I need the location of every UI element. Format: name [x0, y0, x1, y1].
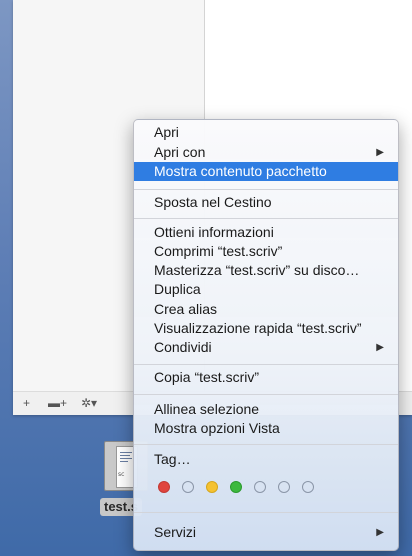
- menu-item-allinea-selezione[interactable]: Allinea selezione: [134, 400, 398, 419]
- context-menu: Apri Apri con ▶ Mostra contenuto pacchett…: [133, 119, 399, 551]
- tag-green-icon[interactable]: [230, 481, 242, 493]
- menu-item-tag[interactable]: Tag…: [134, 450, 398, 469]
- submenu-arrow-icon: ▶: [376, 147, 384, 158]
- menu-separator: [134, 364, 398, 365]
- new-folder-button[interactable]: ▬+: [48, 395, 67, 411]
- tag-yellow-icon[interactable]: [206, 481, 218, 493]
- tag-red-icon[interactable]: [158, 481, 170, 493]
- menu-item-label: Ottieni informazioni: [154, 224, 274, 240]
- menu-item-label: Crea alias: [154, 301, 218, 317]
- menu-item-condividi[interactable]: Condividi ▶: [134, 338, 398, 357]
- file-icon-badge: sc: [118, 471, 125, 478]
- menu-separator: [134, 218, 398, 219]
- menu-item-label: Servizi: [154, 524, 197, 540]
- submenu-arrow-icon: ▶: [376, 342, 384, 353]
- menu-item-label: Apri con: [154, 144, 206, 160]
- menu-item-label: Masterizza “test.scriv” su disco…: [154, 262, 360, 278]
- menu-separator: [134, 444, 398, 445]
- menu-item-servizi[interactable]: Servizi ▶: [134, 523, 398, 542]
- add-button[interactable]: +: [23, 395, 30, 411]
- menu-item-apri-con[interactable]: Apri con ▶: [134, 143, 398, 162]
- menu-item-label: Copia “test.scriv”: [154, 369, 260, 385]
- menu-item-label: Allinea selezione: [154, 401, 260, 417]
- menu-item-mostra-opzioni-vista[interactable]: Mostra opzioni Vista: [134, 419, 398, 438]
- menu-separator: [134, 394, 398, 395]
- menu-separator: [134, 512, 398, 513]
- menu-item-label: Mostra opzioni Vista: [154, 420, 280, 436]
- menu-item-copia[interactable]: Copia “test.scriv”: [134, 368, 398, 387]
- tag-empty-icon[interactable]: [302, 481, 314, 493]
- tag-empty-icon[interactable]: [278, 481, 290, 493]
- menu-item-comprimi[interactable]: Comprimi “test.scriv”: [134, 242, 398, 261]
- menu-item-label: Comprimi “test.scriv”: [154, 243, 283, 259]
- menu-item-masterizza[interactable]: Masterizza “test.scriv” su disco…: [134, 261, 398, 280]
- menu-separator: [134, 189, 398, 190]
- menu-item-crea-alias[interactable]: Crea alias: [134, 300, 398, 319]
- menu-item-label: Sposta nel Cestino: [154, 194, 272, 210]
- menu-item-visualizzazione-rapida[interactable]: Visualizzazione rapida “test.scriv”: [134, 319, 398, 338]
- tag-empty-icon[interactable]: [254, 481, 266, 493]
- action-gear-button[interactable]: ✲▾: [81, 395, 97, 411]
- menu-item-label: Condividi: [154, 339, 212, 355]
- submenu-arrow-icon: ▶: [376, 527, 384, 538]
- menu-item-label: Mostra contenuto pacchetto: [154, 163, 327, 179]
- menu-item-label: Tag…: [154, 451, 191, 467]
- menu-item-label: Visualizzazione rapida “test.scriv”: [154, 320, 362, 336]
- menu-item-apri[interactable]: Apri: [134, 123, 398, 142]
- tag-empty-icon[interactable]: [182, 481, 194, 493]
- menu-item-sposta-nel-cestino[interactable]: Sposta nel Cestino: [134, 193, 398, 212]
- menu-item-duplica[interactable]: Duplica: [134, 280, 398, 299]
- menu-item-label: Apri: [154, 124, 179, 140]
- menu-item-ottieni-informazioni[interactable]: Ottieni informazioni: [134, 223, 398, 242]
- menu-item-mostra-contenuto-pacchetto[interactable]: Mostra contenuto pacchetto: [134, 162, 398, 181]
- menu-item-label: Duplica: [154, 281, 201, 297]
